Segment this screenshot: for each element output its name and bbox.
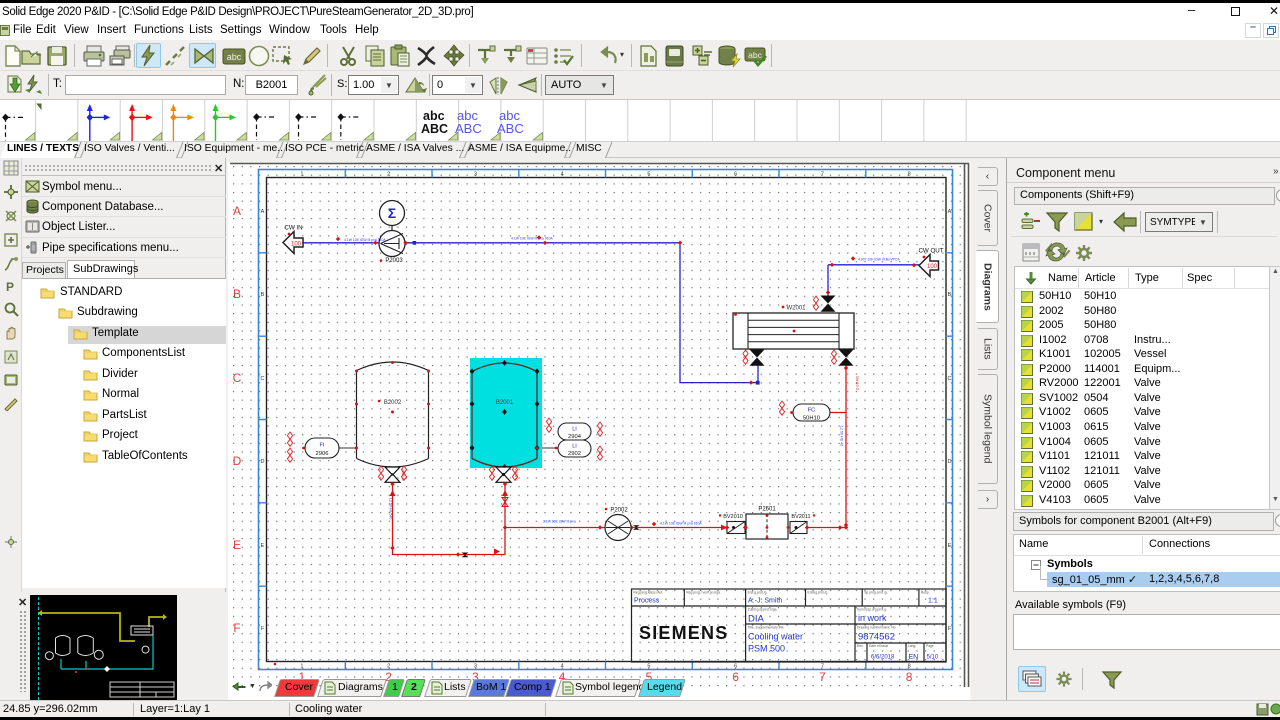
svg-text:P2003: P2003 <box>385 258 403 264</box>
svg-text:ABC: ABC <box>421 122 448 136</box>
svg-text:abc: abc <box>423 109 445 123</box>
svg-text:ABC: ABC <box>455 121 482 136</box>
svg-text:Rev.: Rev. <box>857 644 864 648</box>
svg-text:100: 100 <box>927 264 938 270</box>
svg-text:A: A <box>233 204 241 218</box>
svg-text:5: 5 <box>647 664 650 670</box>
svg-text:L2 50 Hs 540: L2 50 Hs 540 <box>389 498 393 519</box>
svg-text:FC: FC <box>808 408 816 414</box>
svg-text:EN: EN <box>909 654 919 661</box>
svg-text:Drawing number/Ident. No.: Drawing number/Ident. No. <box>857 626 896 630</box>
svg-text:E: E <box>948 543 952 549</box>
svg-text:B: B <box>948 292 952 298</box>
svg-text:2: 2 <box>387 664 390 670</box>
svg-text:1:1: 1:1 <box>928 598 938 605</box>
svg-text:in work: in work <box>858 613 887 623</box>
svg-text:4: 4 <box>561 664 564 670</box>
svg-text:2906: 2906 <box>316 451 329 457</box>
svg-text:F: F <box>233 621 240 635</box>
svg-text:9874562: 9874562 <box>858 632 895 643</box>
svg-text:C: C <box>233 371 242 385</box>
svg-text:Resp.: Resp. <box>921 591 930 595</box>
svg-text:4: 4 <box>561 172 564 178</box>
svg-text:6: 6 <box>734 664 737 670</box>
svg-text:P2002: P2002 <box>610 508 628 514</box>
svg-text:B: B <box>233 287 241 301</box>
svg-text:1: 1 <box>300 664 303 670</box>
svg-text:abc: abc <box>227 52 242 62</box>
svg-text:2905 G: 2905 G <box>401 469 405 481</box>
svg-text:7: 7 <box>821 172 824 178</box>
svg-text:FI: FI <box>320 443 325 449</box>
svg-text:DIA: DIA <box>748 614 765 625</box>
svg-text:Ersteg.prot./g.: Ersteg.prot./g. <box>808 591 829 595</box>
svg-text:8: 8 <box>908 172 911 178</box>
svg-text:5: 5 <box>647 172 650 178</box>
svg-text:D: D <box>233 454 242 468</box>
svg-text:4.1W 10E IGW III.pva 910A: 4.1W 10E IGW III.pva 910A <box>660 522 702 526</box>
svg-text:3: 3 <box>474 172 477 178</box>
svg-text:P: P <box>6 280 14 294</box>
svg-text:PSM 500: PSM 500 <box>748 644 785 654</box>
svg-text:D: D <box>948 459 952 465</box>
svg-text:CW IN: CW IN <box>284 225 302 232</box>
svg-text:4.1W 10E IGW III.pva 910A: 4.1W 10E IGW III.pva 910A <box>344 238 386 242</box>
svg-text:2902: 2902 <box>568 451 581 457</box>
svg-text:4.1W 10E IGW III.pva 910A: 4.1W 10E IGW III.pva 910A <box>511 237 553 241</box>
svg-text:A.-J. Smith: A.-J. Smith <box>748 598 782 605</box>
svg-text:6/6/2018: 6/6/2018 <box>871 655 895 661</box>
svg-text:ABC: ABC <box>497 121 524 136</box>
svg-text:CW OUT: CW OUT <box>918 248 943 255</box>
svg-text:Lang.: Lang. <box>908 644 916 648</box>
svg-text:Title, Supplementary title: Title, Supplementary title <box>748 626 784 630</box>
svg-text:B: B <box>261 292 265 298</box>
svg-text:D: D <box>261 459 265 465</box>
svg-text:LI: LI <box>572 427 577 433</box>
svg-text:Sym.resp.org.prot.g.: Sym.resp.org.prot.g. <box>857 608 887 612</box>
svg-text:7: 7 <box>821 664 824 670</box>
svg-text:B2002: B2002 <box>384 400 402 406</box>
svg-text:Cooling water: Cooling water <box>748 632 803 642</box>
svg-text:Date of issue: Date of issue <box>869 644 888 648</box>
svg-text:Reg.prog.klass./Aut.: Reg.prog.klass./Aut. <box>634 591 664 595</box>
svg-text:SIEMENS: SIEMENS <box>639 623 728 643</box>
svg-text:L2 50 HD 40: L2 50 HD 40 <box>840 426 844 446</box>
svg-text:A: A <box>948 209 952 215</box>
svg-text:8: 8 <box>908 664 911 670</box>
svg-text:2.1W 10E IGW III.pva: 2.1W 10E IGW III.pva <box>543 520 576 524</box>
svg-text:C: C <box>261 376 265 382</box>
svg-text:5/10: 5/10 <box>927 655 939 661</box>
svg-text:50H10: 50H10 <box>803 416 820 422</box>
svg-text:2903 G: 2903 G <box>514 469 518 481</box>
svg-text:1: 1 <box>300 172 303 178</box>
svg-text:B2001: B2001 <box>496 400 514 406</box>
svg-text:abc: abc <box>748 50 762 60</box>
svg-text:E: E <box>261 543 265 549</box>
svg-text:6: 6 <box>734 172 737 178</box>
svg-text:C: C <box>948 376 952 382</box>
svg-text:2: 2 <box>387 172 390 178</box>
svg-text:50H10 G: 50H10 G <box>855 376 859 391</box>
svg-text:LI: LI <box>572 444 577 450</box>
svg-text:Process: Process <box>634 598 660 605</box>
svg-text:2904: 2904 <box>568 434 582 440</box>
svg-text:100: 100 <box>291 242 302 248</box>
svg-text:E: E <box>233 538 241 552</box>
svg-text:W2001: W2001 <box>786 306 806 312</box>
svg-text:3: 3 <box>474 664 477 670</box>
svg-text:P2601: P2601 <box>758 507 776 513</box>
svg-text:Page: Page <box>926 644 934 648</box>
svg-text:Zuleit.g.sy.prot.orga.: Zuleit.g.sy.prot.orga. <box>748 608 778 612</box>
svg-text:Sp.prog.smrt./g.: Sp.prog.smrt./g. <box>864 591 888 595</box>
svg-text:Erst.g.prot./g.: Erst.g.prot./g. <box>748 591 768 595</box>
svg-text:Σ: Σ <box>388 205 396 221</box>
svg-text:BV2011: BV2011 <box>791 514 810 520</box>
svg-text:Reg.prog./ verif.pr.orga.: Reg.prog./ verif.pr.orga. <box>686 591 721 595</box>
svg-text:A: A <box>261 209 265 215</box>
svg-text:4.007 10F IGW III.Bv.VPCA: 4.007 10F IGW III.Bv.VPCA <box>858 258 900 262</box>
svg-text:BV2010: BV2010 <box>723 514 743 520</box>
